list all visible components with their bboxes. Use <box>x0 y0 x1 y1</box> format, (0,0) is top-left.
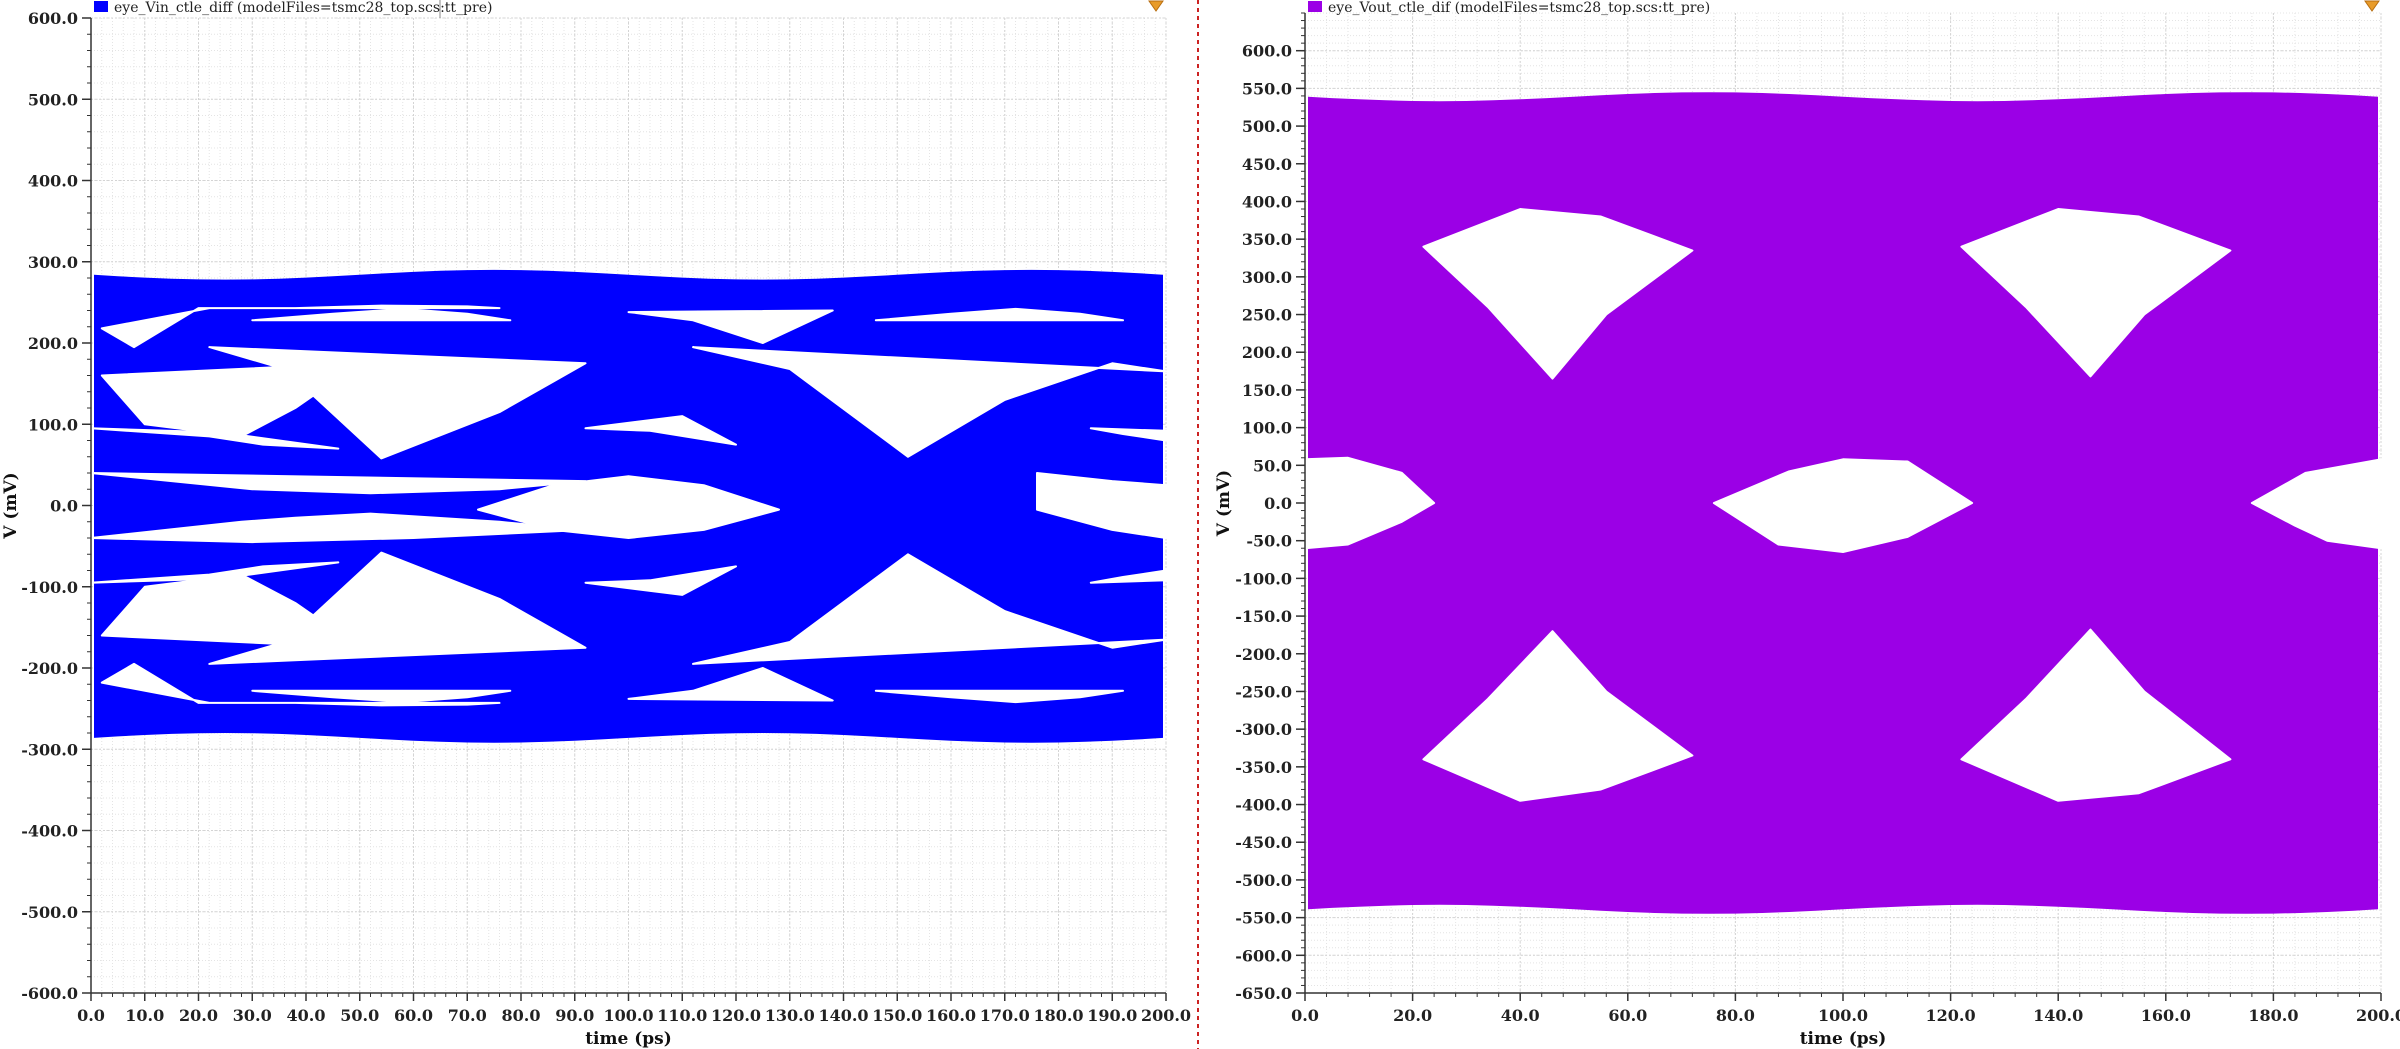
legend-swatch <box>1308 1 1322 12</box>
y-tick-label: -400.0 <box>1235 796 1292 815</box>
x-axis-label: time (ps) <box>1800 1029 1887 1049</box>
x-tick-label: 10.0 <box>125 1006 164 1025</box>
y-tick-label: 500.0 <box>28 90 78 109</box>
y-tick-label: 150.0 <box>1242 381 1292 400</box>
y-tick-label: -500.0 <box>21 903 78 922</box>
x-tick-label: 170.0 <box>980 1006 1030 1025</box>
y-tick-label: -450.0 <box>1235 833 1292 852</box>
legend-swatch <box>94 1 108 12</box>
x-axis-label: time (ps) <box>585 1029 672 1049</box>
x-tick-label: 160.0 <box>926 1006 976 1025</box>
y-tick-label: -50.0 <box>1246 532 1292 551</box>
eye-diagram-vin: 600.0 500.0 400.0 300.0 200.0 100.0 0.0 -100.0 -… <box>1 0 1191 1049</box>
y-axis-label: V (mV) <box>1 472 21 539</box>
x-tick-label: 140.0 <box>818 1006 868 1025</box>
y-tick-label: 500.0 <box>1242 117 1292 136</box>
x-tick-label: 80.0 <box>502 1006 541 1025</box>
x-tick-label: 20.0 <box>1393 1006 1432 1025</box>
y-tick-label: 600.0 <box>1242 42 1292 61</box>
y-tick-label: 300.0 <box>1242 268 1292 287</box>
x-tick-label: 130.0 <box>765 1006 815 1025</box>
y-tick-label: -600.0 <box>1235 946 1292 965</box>
y-tick-label: -200.0 <box>21 659 78 678</box>
legend-label: eye_Vout_ctle_dif (modelFiles=tsmc28_top… <box>1328 0 1710 16</box>
x-tick-label: 40.0 <box>1501 1006 1540 1025</box>
y-tick-label: 100.0 <box>28 415 78 434</box>
y-tick-label: 250.0 <box>1242 306 1292 325</box>
x-tick-label: 50.0 <box>340 1006 379 1025</box>
y-tick-label: -500.0 <box>1235 871 1292 890</box>
eye-diagram-vout: 600.0 550.0 500.0 450.0 400.0 350.0 300.0 250.0… <box>1214 0 2400 1049</box>
legend-label: eye_Vin_ctle_diff (modelFiles=tsmc28_top… <box>114 0 492 16</box>
x-tick-label: 200.0 <box>2356 1006 2400 1025</box>
x-tick-label: 40.0 <box>287 1006 326 1025</box>
y-tick-label: 200.0 <box>28 334 78 353</box>
y-tick-label: 100.0 <box>1242 419 1292 438</box>
y-tick-label: -550.0 <box>1235 909 1292 928</box>
x-tick-label: 100.0 <box>603 1006 653 1025</box>
y-tick-label: 400.0 <box>1242 192 1292 211</box>
y-tick-label: -600.0 <box>21 984 78 1003</box>
x-tick-label: 140.0 <box>2033 1006 2083 1025</box>
y-tick-label: 450.0 <box>1242 155 1292 174</box>
y-tick-label: 300.0 <box>28 253 78 272</box>
y-tick-label: 550.0 <box>1242 79 1292 98</box>
x-tick-label: 110.0 <box>657 1006 707 1025</box>
y-tick-label: 50.0 <box>1253 456 1292 475</box>
x-tick-label: 100.0 <box>1818 1006 1868 1025</box>
x-tick-label: 180.0 <box>2248 1006 2298 1025</box>
y-tick-label: -100.0 <box>21 578 78 597</box>
x-tick-label: 20.0 <box>179 1006 218 1025</box>
x-tick-label: 120.0 <box>711 1006 761 1025</box>
y-tick-label: -300.0 <box>21 740 78 759</box>
x-tick-label: 0.0 <box>77 1006 105 1025</box>
y-tick-label: -200.0 <box>1235 645 1292 664</box>
marker-icon <box>2364 0 2380 12</box>
y-tick-label: 400.0 <box>28 172 78 191</box>
x-tick-label: 30.0 <box>233 1006 272 1025</box>
y-tick-label: 0.0 <box>50 497 78 516</box>
marker-icon <box>1148 0 1164 12</box>
x-tick-label: 160.0 <box>2141 1006 2191 1025</box>
x-tick-label: 0.0 <box>1291 1006 1319 1025</box>
eye-diagram-plots: 600.0 500.0 400.0 300.0 200.0 100.0 0.0 -100.0 -… <box>1 0 2400 1049</box>
x-tick-label: 90.0 <box>555 1006 594 1025</box>
y-tick-label: 0.0 <box>1264 494 1292 513</box>
x-tick-label: 180.0 <box>1033 1006 1083 1025</box>
x-tick-label: 190.0 <box>1087 1006 1137 1025</box>
x-tick-label: 120.0 <box>1926 1006 1976 1025</box>
y-tick-label: -400.0 <box>21 822 78 841</box>
y-tick-label: 350.0 <box>1242 230 1292 249</box>
y-tick-label: 600.0 <box>28 9 78 28</box>
y-tick-label: -300.0 <box>1235 720 1292 739</box>
y-tick-label: -350.0 <box>1235 758 1292 777</box>
y-tick-label: -250.0 <box>1235 682 1292 701</box>
y-axis-label: V (mV) <box>1214 470 1234 537</box>
x-tick-label: 60.0 <box>1608 1006 1647 1025</box>
y-tick-label: -100.0 <box>1235 569 1292 588</box>
waveform-viewer: 600.0 500.0 400.0 300.0 200.0 100.0 0.0 -100.0 -… <box>0 0 2400 1049</box>
x-tick-label: 150.0 <box>872 1006 922 1025</box>
y-tick-label: 200.0 <box>1242 343 1292 362</box>
y-tick-label: -650.0 <box>1235 984 1292 1003</box>
x-tick-label: 80.0 <box>1716 1006 1755 1025</box>
x-tick-label: 70.0 <box>448 1006 487 1025</box>
x-tick-label: 200.0 <box>1141 1006 1191 1025</box>
x-tick-label: 60.0 <box>394 1006 433 1025</box>
y-tick-label: -150.0 <box>1235 607 1292 626</box>
